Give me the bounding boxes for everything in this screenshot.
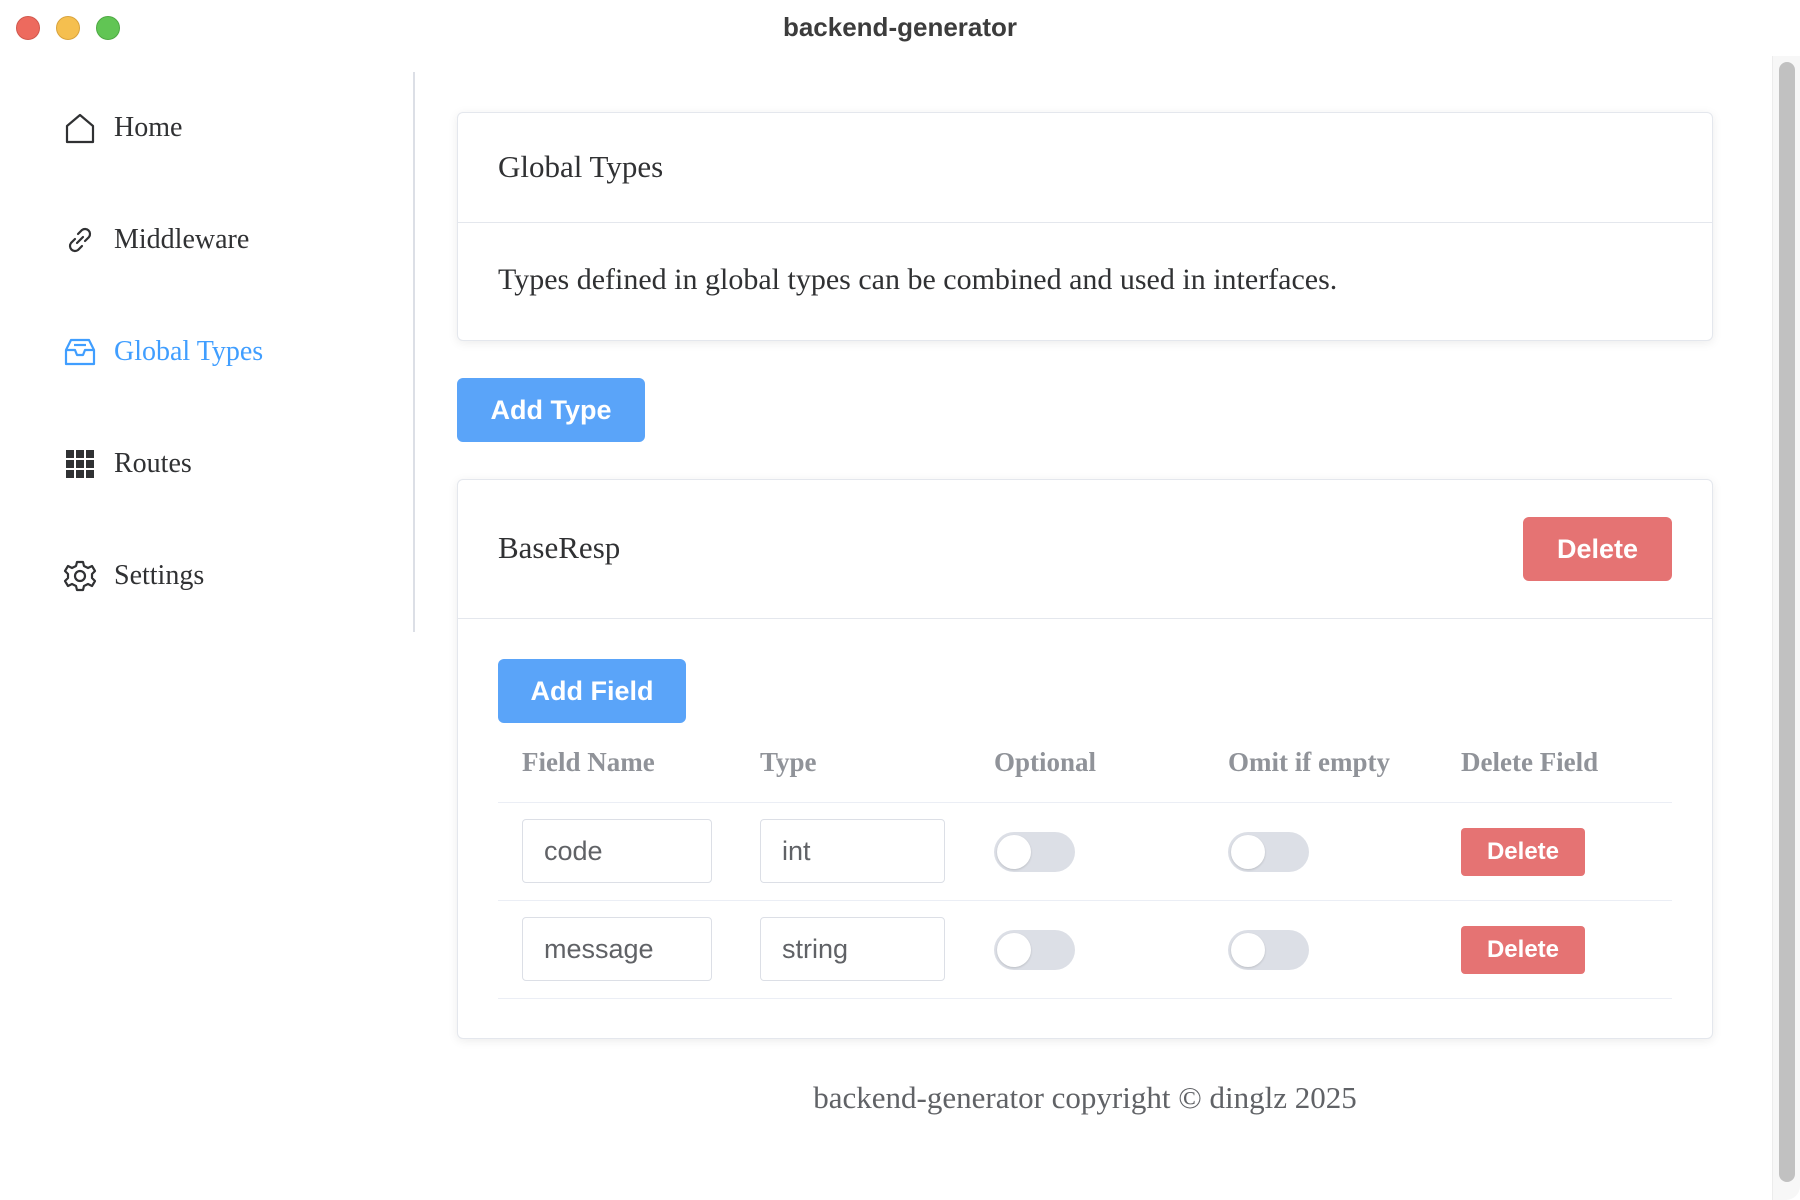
column-header-omit-if-empty: Omit if empty — [1228, 747, 1390, 777]
type-card: BaseResp Delete Add Field Field Name Typ… — [457, 479, 1713, 1039]
field-name-input[interactable]: message — [522, 917, 712, 981]
info-description: Types defined in global types can be com… — [498, 263, 1338, 296]
column-header-field-name: Field Name — [522, 747, 655, 777]
inbox-icon — [62, 334, 98, 370]
scrollbar-thumb[interactable] — [1779, 62, 1795, 1182]
sidebar-item-label: Middleware — [114, 224, 250, 255]
sidebar: Home Middleware Global Types Routes Sett… — [0, 72, 415, 632]
sidebar-item-label: Home — [114, 112, 183, 143]
sidebar-item-settings[interactable]: Settings — [62, 551, 204, 601]
app-window: backend-generator Home Middleware Global… — [0, 0, 1800, 1200]
sidebar-item-label: Settings — [114, 560, 205, 591]
sidebar-item-label: Global Types — [114, 336, 264, 367]
add-field-button[interactable]: Add Field — [498, 659, 686, 723]
info-card: Global Types Types defined in global typ… — [457, 112, 1713, 341]
footer-copyright: backend-generator copyright © dinglz 202… — [813, 1080, 1357, 1115]
sidebar-item-middleware[interactable]: Middleware — [62, 215, 249, 265]
fields-table: Field Name Type Optional Omit if empty D… — [498, 733, 1672, 999]
table-header-row: Field Name Type Optional Omit if empty D… — [498, 733, 1672, 803]
info-card-header: Global Types — [458, 113, 1712, 223]
sidebar-item-home[interactable]: Home — [62, 103, 182, 153]
delete-field-button[interactable]: Delete — [1461, 926, 1585, 974]
page-title: Global Types — [498, 149, 664, 184]
column-header-optional: Optional — [994, 747, 1097, 777]
omit-if-empty-toggle[interactable] — [1228, 930, 1309, 970]
toggle-knob — [1231, 933, 1265, 967]
gear-icon — [62, 558, 98, 594]
title-bar: backend-generator — [0, 0, 1800, 56]
add-type-button[interactable]: Add Type — [457, 378, 645, 442]
sidebar-item-label: Routes — [114, 448, 192, 479]
sidebar-item-routes[interactable]: Routes — [62, 439, 192, 489]
sidebar-item-global-types[interactable]: Global Types — [62, 327, 263, 377]
column-header-delete-field: Delete Field — [1461, 747, 1599, 777]
toggle-knob — [1231, 835, 1265, 869]
field-type-input[interactable]: string — [760, 917, 945, 981]
delete-type-button[interactable]: Delete — [1523, 517, 1672, 581]
field-name-input[interactable]: code — [522, 819, 712, 883]
type-card-header: BaseResp Delete — [458, 480, 1712, 619]
column-header-type: Type — [760, 747, 817, 777]
home-icon — [62, 110, 98, 146]
delete-field-button[interactable]: Delete — [1461, 828, 1585, 876]
toggle-knob — [997, 835, 1031, 869]
optional-toggle[interactable] — [994, 930, 1075, 970]
table-row: code int Delete — [498, 803, 1672, 901]
field-type-input[interactable]: int — [760, 819, 945, 883]
type-name: BaseResp — [498, 530, 621, 565]
omit-if-empty-toggle[interactable] — [1228, 832, 1309, 872]
toggle-knob — [997, 933, 1031, 967]
window-title: backend-generator — [782, 12, 1018, 42]
grid-icon — [62, 446, 98, 482]
optional-toggle[interactable] — [994, 832, 1075, 872]
link-icon — [62, 222, 98, 258]
table-row: message string Delete — [498, 901, 1672, 999]
